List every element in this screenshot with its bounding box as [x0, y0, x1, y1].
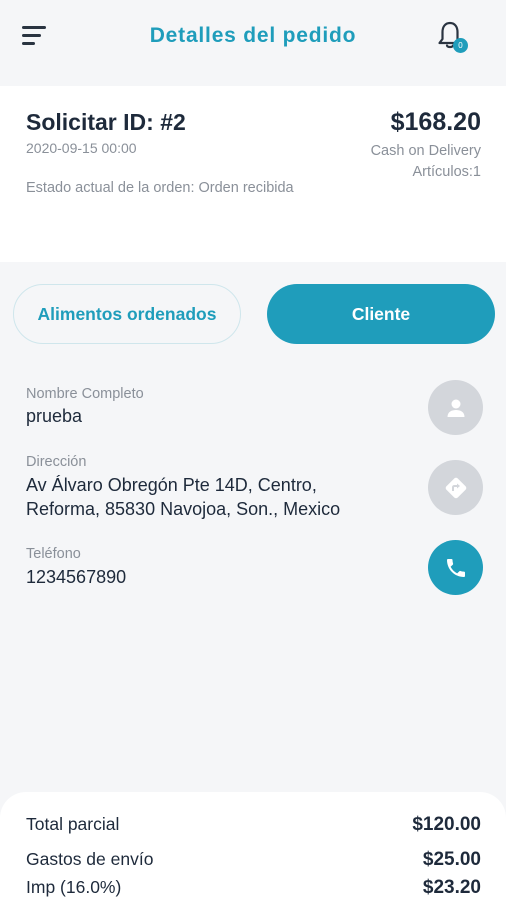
items-count: Artículos:1 — [412, 164, 482, 180]
order-summary-card: Solicitar ID: #2 2020-09-15 00:00 Estado… — [0, 86, 506, 262]
phone-label: Teléfono — [26, 546, 81, 562]
directions-icon — [445, 477, 466, 498]
phone-icon — [446, 558, 465, 577]
subtotal-value: $120.00 — [412, 814, 481, 835]
tab-ordered-food[interactable]: Alimentos ordenados — [13, 284, 241, 344]
shipping-label: Gastos de envío — [26, 849, 154, 869]
notifications-button[interactable]: 0 — [436, 20, 472, 56]
address-line-2: Reforma, 85830 Navojoa, Son., Mexico — [26, 499, 341, 519]
address-label: Dirección — [26, 454, 87, 470]
shipping-value: $25.00 — [422, 849, 481, 870]
order-status: Estado actual de la orden: Orden recibid… — [26, 180, 294, 196]
directions-button[interactable] — [428, 460, 483, 515]
order-total: $168.20 — [390, 108, 481, 136]
notification-badge: 0 — [453, 38, 468, 53]
profile-button[interactable] — [428, 380, 483, 435]
order-totals-panel: Total parcial $120.00 Gastos de envío $2… — [0, 792, 506, 900]
tax-value: $23.20 — [422, 877, 481, 898]
tab-client[interactable]: Cliente — [267, 284, 495, 344]
subtotal-row: Total parcial $120.00 — [26, 814, 481, 836]
person-icon — [447, 399, 464, 417]
full-name-label: Nombre Completo — [26, 386, 144, 402]
page-title: Detalles del pedido — [149, 24, 357, 47]
tax-label: Imp (16.0%) — [26, 877, 122, 897]
order-id: Solicitar ID: #2 — [26, 109, 186, 135]
app-header: Detalles del pedido 0 — [0, 0, 506, 86]
shipping-row: Gastos de envío $25.00 — [26, 849, 481, 871]
full-name-value: prueba — [26, 406, 83, 426]
subtotal-label: Total parcial — [26, 814, 120, 834]
address-line-1: Av Álvaro Obregón Pte 14D, Centro, — [26, 475, 317, 495]
phone-value: 1234567890 — [26, 567, 127, 587]
tax-row: Imp (16.0%) $23.20 — [26, 877, 481, 899]
payment-method: Cash on Delivery — [370, 143, 481, 159]
order-date: 2020-09-15 00:00 — [26, 140, 137, 156]
call-button[interactable] — [428, 540, 483, 595]
